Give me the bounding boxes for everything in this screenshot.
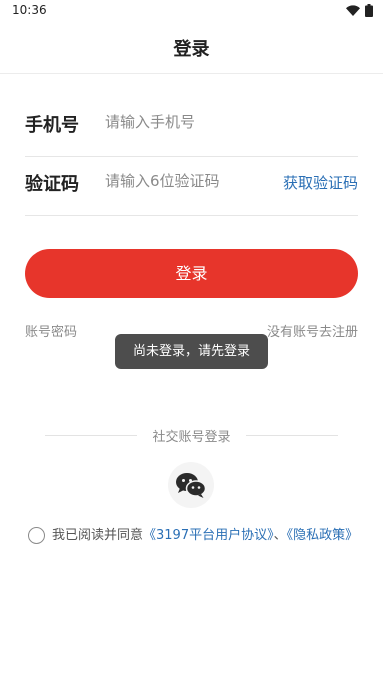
status-bar: 10:36 — [0, 0, 383, 22]
get-code-button[interactable]: 获取验证码 — [283, 172, 358, 193]
code-label: 验证码 — [25, 174, 79, 195]
wechat-icon — [176, 473, 207, 498]
social-login-divider: 社交账号登录 — [45, 426, 338, 445]
status-time: 10:36 — [12, 3, 47, 17]
register-link[interactable]: 没有账号去注册 — [267, 321, 358, 340]
code-row: 验证码 获取验证码 — [25, 146, 358, 216]
divider-line-right — [246, 435, 338, 436]
agreement-separator: 、 — [273, 528, 287, 543]
agreement-prefix: 我已阅读并同意 — [52, 528, 144, 543]
top-bar: 登录 — [0, 22, 383, 74]
page-title: 登录 — [173, 39, 210, 60]
battery-icon — [365, 4, 373, 17]
login-button[interactable]: 登录 — [25, 249, 358, 298]
password-login-link[interactable]: 账号密码 — [25, 321, 77, 340]
status-icons — [346, 4, 373, 17]
privacy-policy-link[interactable]: 《隐私政策》 — [287, 528, 359, 543]
code-input[interactable] — [105, 164, 270, 198]
phone-input[interactable] — [105, 105, 355, 139]
phone-label: 手机号 — [25, 115, 79, 136]
toast-message: 尚未登录，请先登录 — [115, 334, 268, 369]
agreement-text: 我已阅读并同意《3197平台用户协议》、《隐私政策》 — [52, 525, 362, 547]
wifi-icon — [346, 5, 360, 16]
user-agreement-link[interactable]: 《3197平台用户协议》 — [143, 528, 274, 543]
wechat-login-button[interactable] — [168, 462, 214, 508]
agreement-checkbox[interactable] — [28, 527, 45, 544]
